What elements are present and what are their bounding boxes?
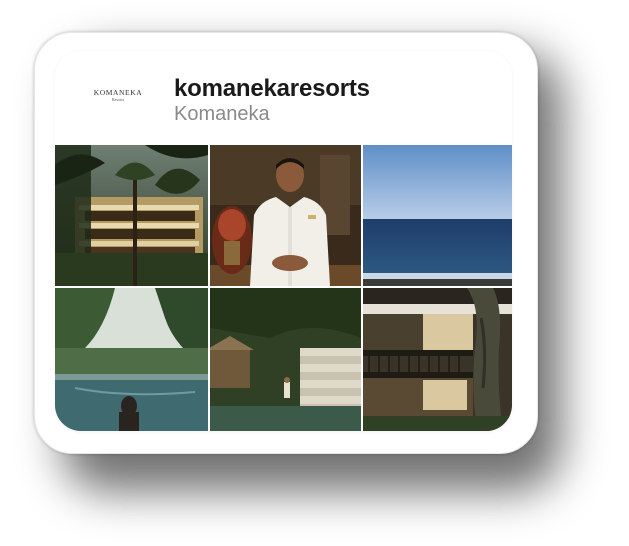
display-name: Komaneka xyxy=(174,103,270,125)
profile-header: KOMANEKA Resorts komanekaresorts Komanek… xyxy=(55,51,512,145)
profile-widget[interactable]: KOMANEKA Resorts komanekaresorts Komanek… xyxy=(55,51,512,431)
photo-jungle-villa-building[interactable] xyxy=(55,145,208,286)
logo-text: KOMANEKA xyxy=(93,88,143,97)
photo-villa-balcony-tree[interactable] xyxy=(363,288,512,431)
photo-staff-portrait[interactable] xyxy=(210,145,361,286)
logo-subtext: Resorts xyxy=(112,97,124,102)
profile-card: KOMANEKA Resorts komanekaresorts Komanek… xyxy=(34,32,538,454)
photo-infinity-pool-jungle[interactable] xyxy=(55,288,208,431)
username[interactable]: komanekaresorts xyxy=(174,75,370,103)
screenshot-stage: KOMANEKA Resorts komanekaresorts Komanek… xyxy=(0,0,629,546)
brand-logo[interactable]: KOMANEKA Resorts xyxy=(93,88,143,110)
photo-garden-stairs[interactable] xyxy=(210,288,361,431)
photo-grid xyxy=(55,145,512,431)
photo-ocean-horizon[interactable] xyxy=(363,145,512,286)
